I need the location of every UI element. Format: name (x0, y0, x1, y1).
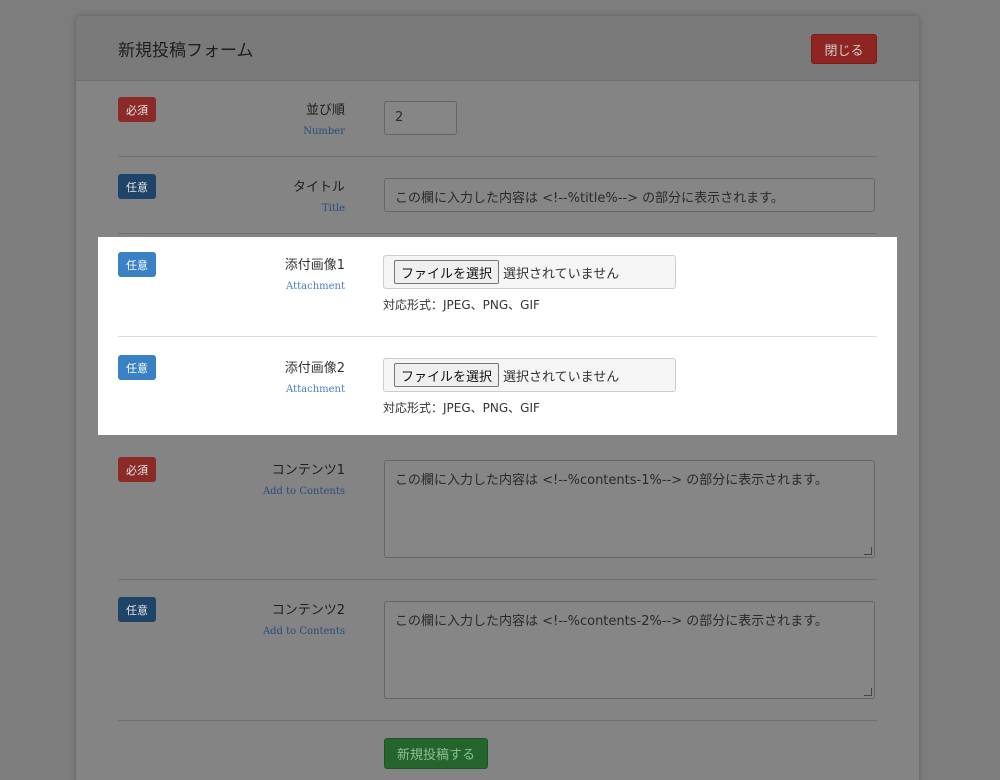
resize-grip-icon[interactable] (864, 688, 872, 696)
field-sublabel: Add to Contents (262, 486, 345, 497)
file-input-1[interactable]: ファイルを選択 選択されていません (383, 255, 676, 289)
choose-file-button[interactable]: ファイルを選択 (394, 363, 500, 387)
textarea-placeholder: この欄に入力した内容は <!--%contents-1%--> の部分に表示され… (395, 473, 828, 488)
field-row-number: 必須 並び順 Number 2 (118, 81, 877, 157)
field-label-contents2: コンテンツ2 Add to Contents (263, 599, 345, 637)
contents2-textarea[interactable]: この欄に入力した内容は <!--%contents-2%--> の部分に表示され… (384, 601, 875, 699)
choose-file-button[interactable]: ファイルを選択 (394, 260, 500, 284)
optional-badge: 任意 (118, 597, 156, 622)
file-status: 選択されていません (503, 266, 620, 282)
field-row-contents1: 必須 コンテンツ1 Add to Contents この欄に入力した内容は <!… (118, 440, 877, 580)
required-badge: 必須 (118, 457, 156, 482)
field-label: 添付画像2 (284, 361, 345, 376)
field-label: コンテンツ2 (271, 603, 345, 618)
title-input[interactable]: この欄に入力した内容は <!--%title%--> の部分に表示されます。 (384, 178, 875, 212)
field-label-attachment-1: 添付画像1 Attachment (118, 254, 345, 292)
field-row-attachment-1: 任意 添付画像1 Attachment ファイルを選択 選択されていません 対応… (118, 237, 877, 336)
field-label-contents1: コンテンツ1 Add to Contents (263, 459, 345, 497)
file-format-note: 対応形式：JPEG、PNG、GIF (383, 401, 540, 415)
file-input-2[interactable]: ファイルを選択 選択されていません (383, 358, 676, 392)
field-sublabel: Attachment (286, 281, 345, 292)
field-sublabel: Attachment (286, 384, 345, 395)
field-label: 並び順 (305, 103, 345, 118)
field-sublabel: Add to Contents (262, 626, 345, 637)
contents1-textarea[interactable]: この欄に入力した内容は <!--%contents-1%--> の部分に表示され… (384, 460, 875, 558)
field-sublabel: Number (303, 126, 345, 137)
field-label: タイトル (292, 180, 345, 195)
required-badge: 必須 (118, 97, 156, 122)
field-label: コンテンツ1 (271, 463, 345, 478)
page-title: 新規投稿フォーム (118, 41, 254, 61)
field-sublabel: Title (321, 203, 345, 214)
field-label-title: タイトル Title (293, 176, 345, 214)
highlighted-attachment-section: 任意 添付画像1 Attachment ファイルを選択 選択されていません 対応… (98, 237, 897, 435)
close-button[interactable]: 閉じる (811, 34, 877, 64)
submit-button[interactable]: 新規投稿する (384, 738, 488, 769)
field-label: 添付画像1 (284, 258, 345, 273)
number-input[interactable]: 2 (384, 101, 457, 135)
field-label-attachment-2: 添付画像2 Attachment (118, 357, 345, 395)
field-row-contents2: 任意 コンテンツ2 Add to Contents この欄に入力した内容は <!… (118, 580, 877, 721)
resize-grip-icon[interactable] (864, 547, 872, 555)
field-label-number: 並び順 Number (303, 99, 345, 137)
panel-header: 新規投稿フォーム 閉じる (76, 16, 919, 81)
textarea-placeholder: この欄に入力した内容は <!--%contents-2%--> の部分に表示され… (395, 614, 828, 629)
optional-badge: 任意 (118, 174, 156, 199)
field-row-title: 任意 タイトル Title この欄に入力した内容は <!--%title%-->… (118, 157, 877, 234)
field-row-attachment-2: 任意 添付画像2 Attachment ファイルを選択 選択されていません 対応… (118, 337, 877, 435)
file-status: 選択されていません (503, 369, 620, 385)
file-format-note: 対応形式：JPEG、PNG、GIF (383, 298, 540, 312)
